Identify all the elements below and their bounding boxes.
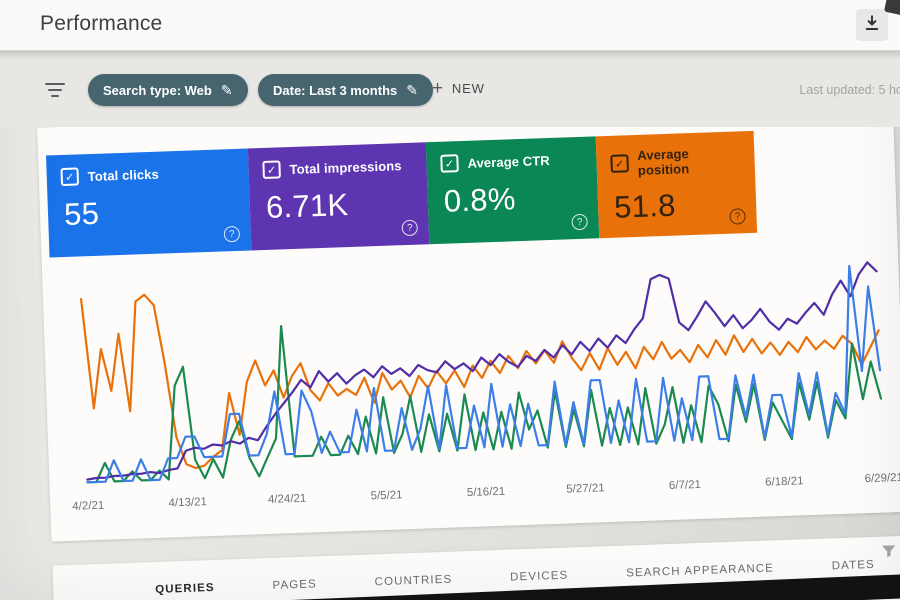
card-label: Average CTR bbox=[467, 152, 550, 171]
x-tick-label: 6/18/21 bbox=[764, 475, 804, 489]
plus-icon: + bbox=[432, 78, 444, 99]
edit-icon[interactable]: ✎ bbox=[406, 83, 418, 97]
x-tick-label: 4/24/21 bbox=[267, 492, 307, 507]
chart-canvas bbox=[79, 261, 883, 484]
card-value: 55 bbox=[63, 195, 100, 232]
date-range-chip-label: Date: Last 3 months bbox=[273, 82, 398, 98]
tab-dates[interactable]: DATES bbox=[832, 559, 875, 572]
screen: Performance Search type: Web ✎ Date: Las… bbox=[0, 0, 900, 600]
checkbox-average-position[interactable]: ✓ bbox=[610, 154, 629, 173]
metric-card-total-clicks[interactable]: ✓ Total clicks 55 ? bbox=[46, 148, 252, 258]
x-tick-label: 6/7/21 bbox=[668, 478, 702, 493]
card-label: Total impressions bbox=[289, 157, 402, 177]
metric-card-average-position[interactable]: ✓ Average position 51.8 ? bbox=[595, 130, 758, 239]
card-label: Average position bbox=[637, 146, 690, 178]
help-icon[interactable]: ? bbox=[571, 213, 588, 231]
last-updated-text: Last updated: 5 hour bbox=[799, 83, 900, 97]
performance-chart: 4/2/21 4/13/21 4/24/21 5/5/21 5/16/21 5/… bbox=[56, 250, 900, 522]
main-content: ✓ Total clicks 55 ? ✓ Total impressions … bbox=[0, 97, 900, 600]
x-tick-label: 5/16/21 bbox=[466, 485, 506, 500]
x-tick-label: 6/29/21 bbox=[864, 471, 900, 486]
card-value: 0.8% bbox=[443, 181, 517, 219]
tab-queries[interactable]: QUERIES bbox=[155, 582, 215, 596]
search-type-chip[interactable]: Search type: Web ✎ bbox=[88, 74, 248, 106]
series-average-ctr bbox=[86, 324, 883, 484]
checkbox-total-clicks[interactable]: ✓ bbox=[60, 167, 80, 187]
checkbox-total-impressions[interactable]: ✓ bbox=[262, 160, 281, 179]
filter-list-icon[interactable] bbox=[44, 81, 66, 104]
header-divider bbox=[0, 51, 900, 59]
funnel-filter-icon[interactable] bbox=[881, 544, 897, 564]
tab-devices[interactable]: DEVICES bbox=[510, 570, 569, 584]
metric-cards: ✓ Total clicks 55 ? ✓ Total impressions … bbox=[46, 126, 897, 258]
help-icon[interactable]: ? bbox=[223, 225, 241, 243]
checkbox-average-ctr[interactable]: ✓ bbox=[440, 154, 459, 173]
help-icon[interactable]: ? bbox=[401, 219, 419, 237]
export-button[interactable] bbox=[856, 9, 888, 41]
tab-search-appearance[interactable]: SEARCH APPEARANCE bbox=[626, 562, 774, 579]
new-filter-label: NEW bbox=[451, 81, 485, 96]
metric-card-average-ctr[interactable]: ✓ Average CTR 0.8% ? bbox=[425, 136, 600, 245]
metric-card-total-impressions[interactable]: ✓ Total impressions 6.71K ? bbox=[247, 142, 430, 251]
tab-pages[interactable]: PAGES bbox=[272, 578, 317, 592]
x-tick-label: 5/5/21 bbox=[370, 489, 403, 503]
filter-bar: Search type: Web ✎ Date: Last 3 months ✎… bbox=[0, 59, 900, 127]
new-filter-button[interactable]: + NEW bbox=[432, 79, 485, 98]
edit-icon[interactable]: ✎ bbox=[221, 83, 233, 97]
tab-countries[interactable]: COUNTRIES bbox=[374, 574, 452, 589]
page-title: Performance bbox=[40, 12, 163, 35]
card-value: 6.71K bbox=[265, 187, 350, 225]
series-average-position bbox=[79, 293, 880, 470]
header: Performance bbox=[0, 0, 900, 51]
performance-panel: ✓ Total clicks 55 ? ✓ Total impressions … bbox=[37, 97, 900, 542]
search-type-chip-label: Search type: Web bbox=[103, 82, 212, 98]
x-tick-label: 4/13/21 bbox=[168, 496, 208, 510]
x-tick-label: 4/2/21 bbox=[72, 499, 105, 513]
x-tick-label: 5/27/21 bbox=[566, 482, 605, 496]
date-range-chip[interactable]: Date: Last 3 months ✎ bbox=[258, 74, 433, 106]
card-value: 51.8 bbox=[613, 187, 677, 225]
card-label: Total clicks bbox=[87, 166, 160, 184]
series-total-clicks bbox=[86, 264, 882, 484]
download-icon bbox=[863, 14, 881, 37]
series-total-impressions bbox=[86, 261, 878, 481]
help-icon[interactable]: ? bbox=[729, 208, 746, 225]
